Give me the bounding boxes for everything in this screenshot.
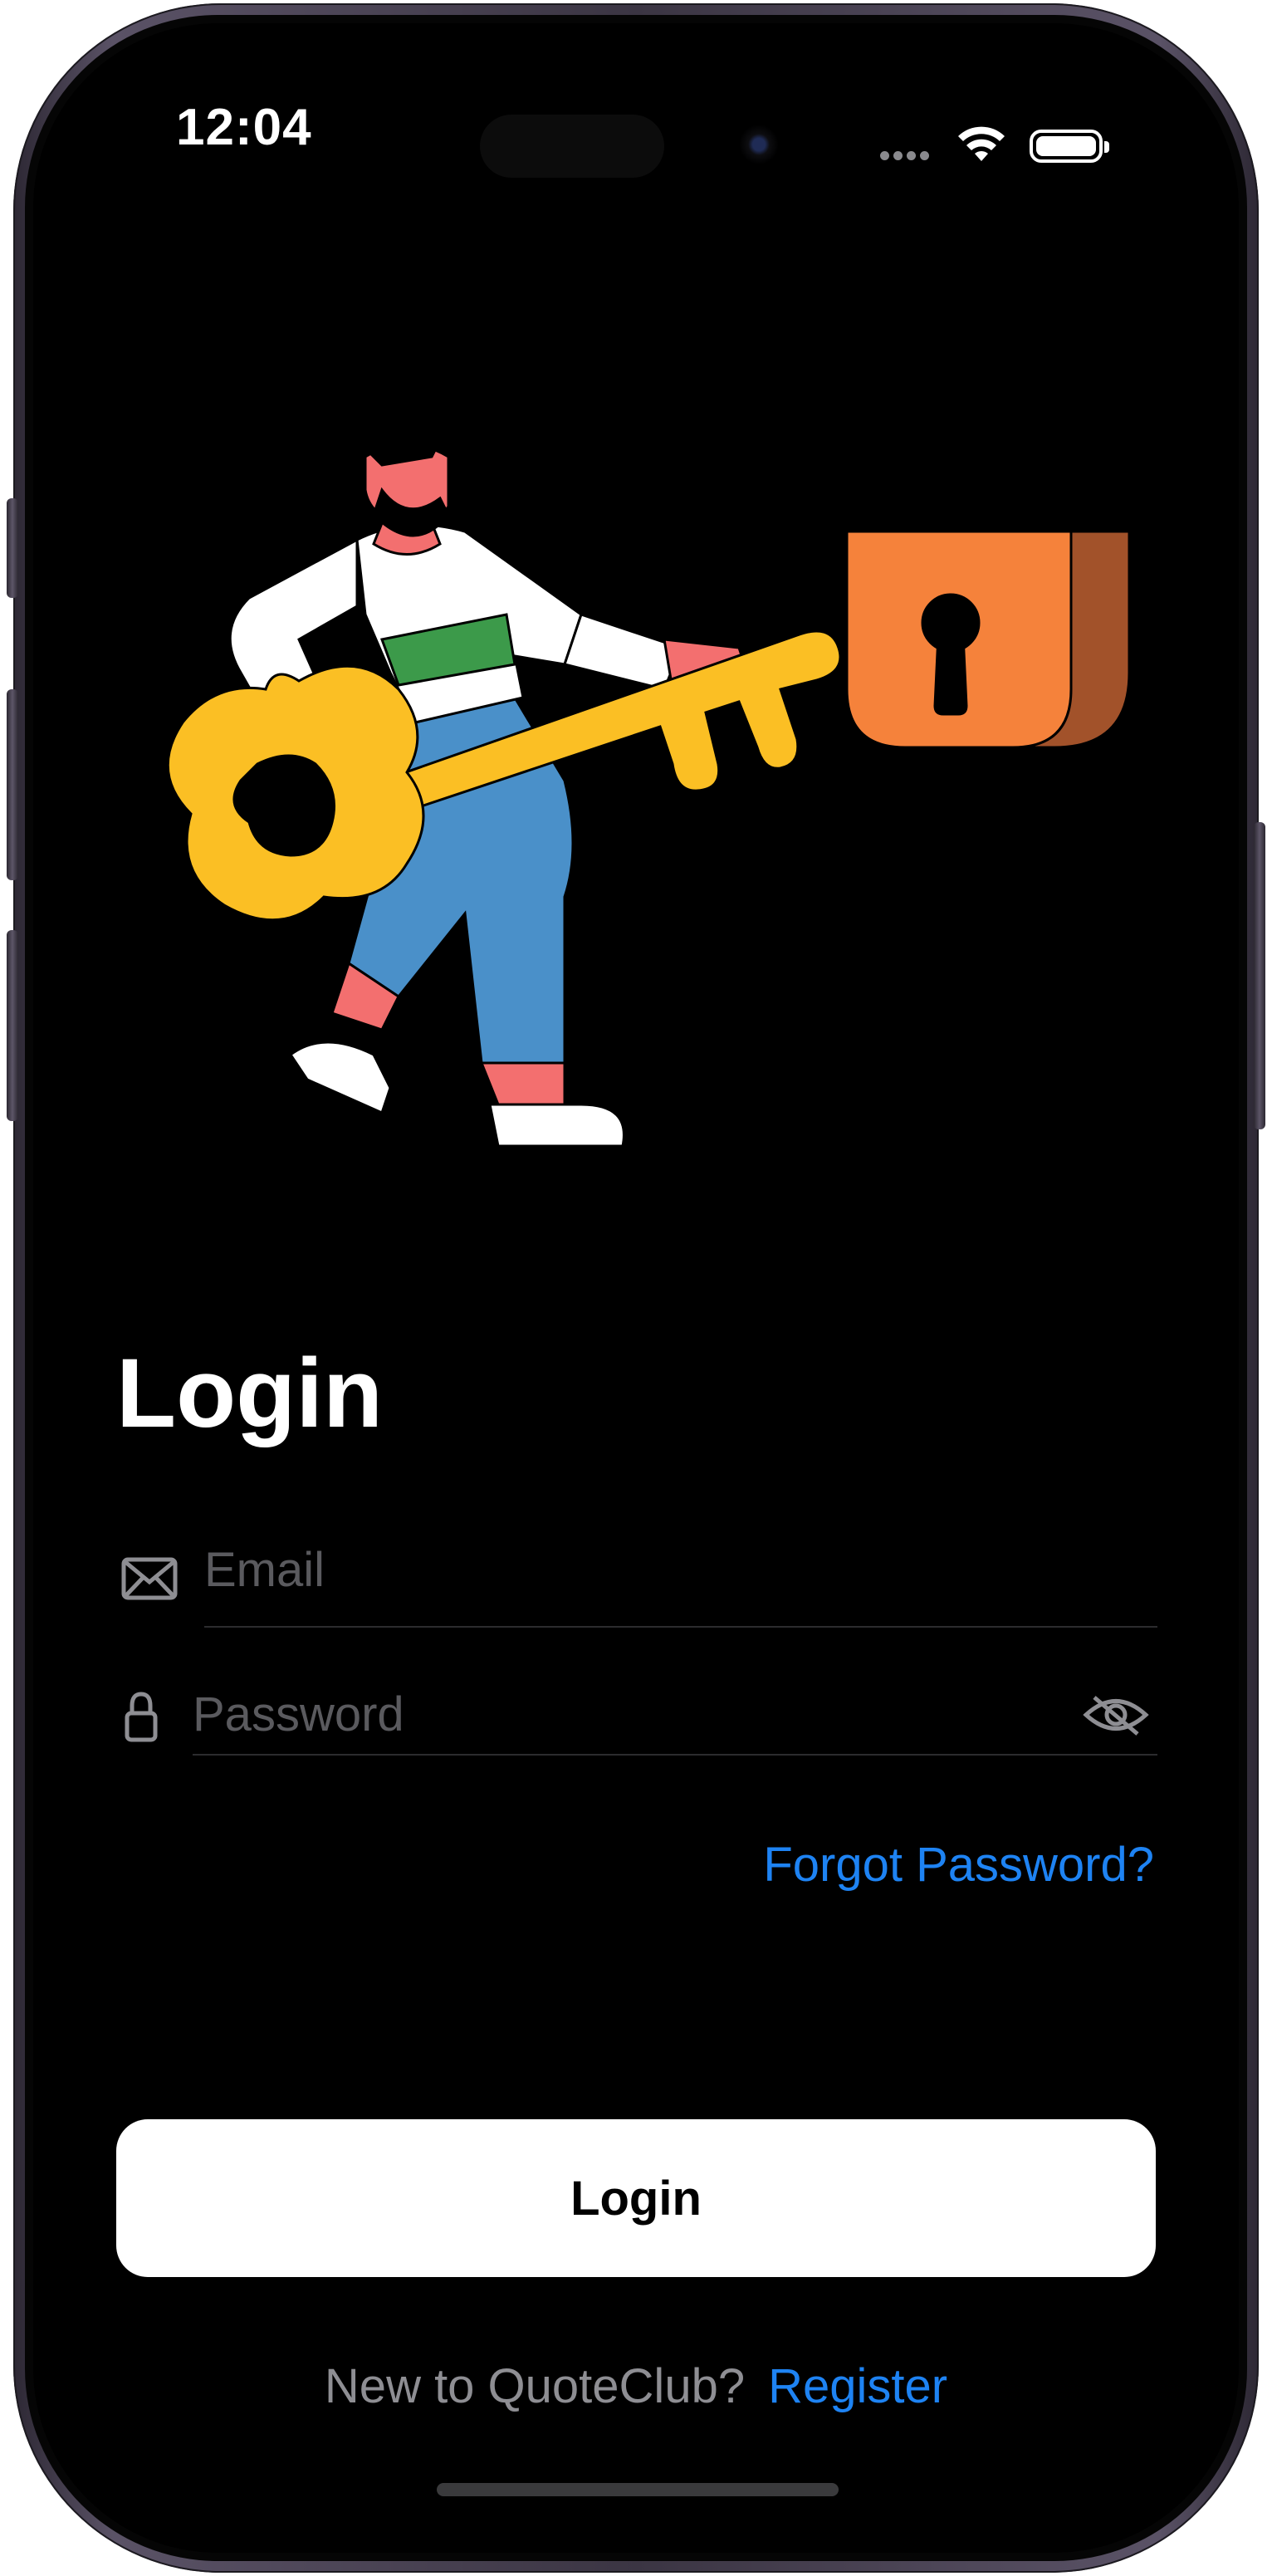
lock-icon — [125, 1692, 158, 1742]
status-time: 12:04 — [176, 99, 312, 156]
action-button — [7, 498, 18, 598]
envelope-icon — [121, 1557, 178, 1600]
login-illustration — [166, 432, 1131, 1148]
register-link[interactable]: Register — [768, 2359, 947, 2413]
cellular-dots-icon — [880, 149, 933, 164]
battery-icon — [1030, 130, 1109, 163]
register-row: New to QuoteClub? Register — [0, 2358, 1272, 2414]
password-underline — [193, 1754, 1157, 1756]
eye-slash-icon[interactable] — [1083, 1692, 1149, 1737]
power-button — [1254, 822, 1265, 1129]
register-prompt: New to QuoteClub? — [324, 2359, 746, 2413]
email-underline — [204, 1626, 1157, 1628]
dynamic-island — [480, 115, 664, 178]
home-indicator[interactable] — [437, 2483, 839, 2496]
wifi-icon — [958, 126, 1005, 161]
padlock-icon — [845, 530, 1131, 749]
login-button[interactable]: Login — [116, 2119, 1156, 2277]
page-title: Login — [116, 1339, 384, 1448]
email-field[interactable] — [204, 1536, 1151, 1603]
password-field[interactable] — [193, 1681, 1056, 1747]
front-camera — [739, 125, 779, 164]
volume-down-button — [7, 930, 18, 1121]
forgot-password-link[interactable]: Forgot Password? — [763, 1837, 1154, 1893]
volume-up-button — [7, 689, 18, 880]
